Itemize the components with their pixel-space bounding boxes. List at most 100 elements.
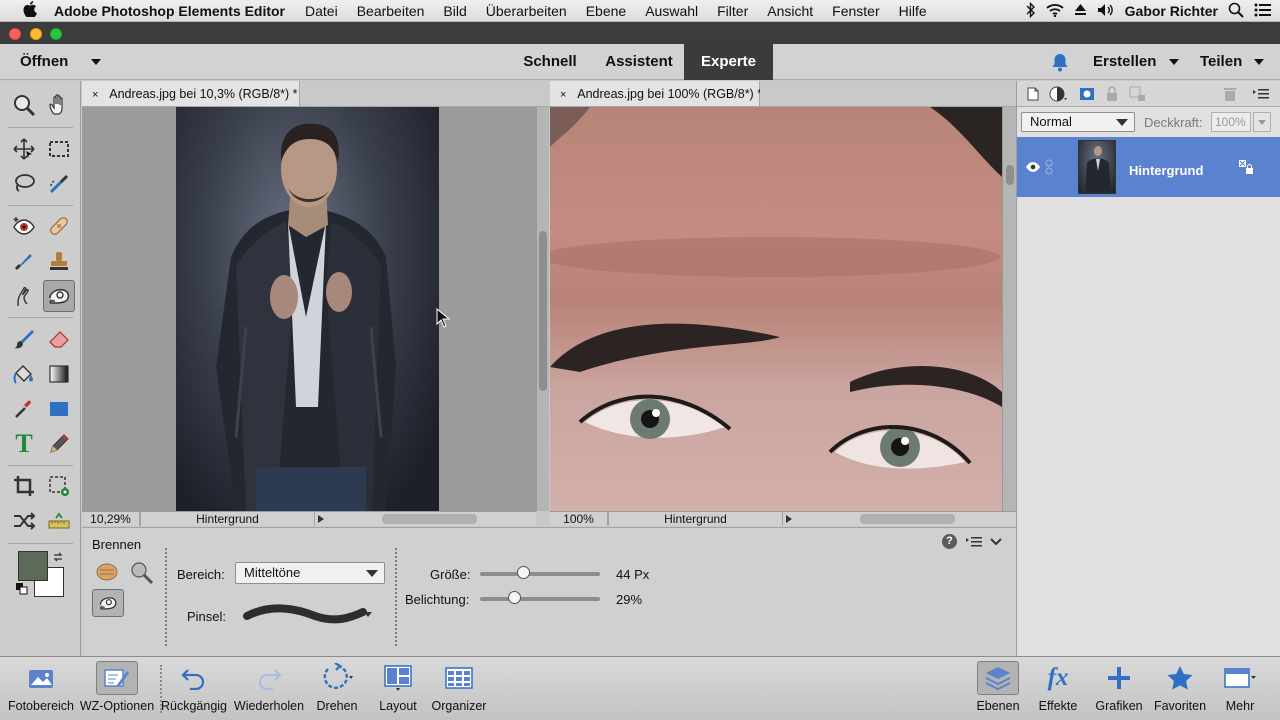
- close-window-icon[interactable]: [9, 28, 21, 40]
- hand-tool-icon[interactable]: [44, 90, 74, 120]
- layer-mask-icon[interactable]: [1079, 86, 1095, 105]
- vertical-scrollbar-2[interactable]: [1002, 107, 1016, 511]
- more-button[interactable]: Mehr: [1199, 657, 1280, 720]
- dodge-tool-icon[interactable]: [95, 561, 119, 586]
- panel-menu-icon[interactable]: [1253, 88, 1269, 103]
- default-colors-icon[interactable]: [16, 583, 28, 598]
- lock-transparent-icon[interactable]: [1129, 86, 1147, 105]
- mode-tab-assistent[interactable]: Assistent: [594, 44, 684, 80]
- exposure-slider-track[interactable]: [480, 597, 600, 601]
- close-tab-icon[interactable]: ×: [92, 89, 98, 101]
- brush-tool-icon[interactable]: [9, 324, 39, 354]
- open-button[interactable]: Öffnen: [20, 44, 101, 80]
- apple-menu-icon[interactable]: [20, 0, 40, 21]
- zoom-readout[interactable]: 10,29%: [82, 512, 140, 526]
- crop-tool-icon[interactable]: [9, 471, 39, 501]
- brush-dropdown-icon[interactable]: [364, 612, 372, 617]
- notification-bell-icon[interactable]: [1051, 44, 1069, 80]
- menu-bearbeiten[interactable]: Bearbeiten: [357, 3, 425, 19]
- layer-row-background[interactable]: Hintergrund: [1017, 137, 1280, 197]
- close-tab-icon[interactable]: ×: [560, 89, 566, 101]
- new-layer-icon[interactable]: [1025, 86, 1041, 105]
- menu-ansicht[interactable]: Ansicht: [767, 3, 813, 19]
- organizer-button[interactable]: Organizer: [418, 657, 500, 720]
- wifi-icon[interactable]: [1046, 3, 1064, 20]
- menu-fenster[interactable]: Fenster: [832, 3, 879, 19]
- menu-ebene[interactable]: Ebene: [586, 3, 626, 19]
- zoom-tool-icon[interactable]: [9, 90, 39, 120]
- rectangle-shape-icon[interactable]: [44, 394, 74, 424]
- red-eye-tool-icon[interactable]: [9, 211, 39, 241]
- tool-name: Brennen: [92, 537, 142, 552]
- menu-bild[interactable]: Bild: [443, 3, 466, 19]
- undo-button[interactable]: Rückgängig: [153, 657, 235, 720]
- text-tool-icon[interactable]: T: [9, 429, 39, 459]
- size-slider-knob[interactable]: [516, 566, 530, 579]
- horizontal-scrollbar[interactable]: [382, 514, 477, 524]
- app-menu[interactable]: Adobe Photoshop Elements Editor: [54, 3, 285, 19]
- paint-bucket-icon[interactable]: [9, 359, 39, 389]
- status-arrow-icon[interactable]: [318, 515, 324, 523]
- move-tool-icon[interactable]: [9, 134, 39, 164]
- opacity-input[interactable]: 100%: [1211, 112, 1251, 132]
- eyedropper-tool-icon[interactable]: [9, 394, 39, 424]
- content-aware-move-icon[interactable]: [9, 506, 39, 536]
- mode-tab-experte[interactable]: Experte: [684, 44, 773, 80]
- sponge-tool-icon[interactable]: [130, 561, 154, 588]
- photo-bin-button[interactable]: Fotobereich: [0, 657, 82, 720]
- foreground-color-swatch[interactable]: [18, 551, 48, 581]
- gradient-tool-icon[interactable]: [44, 359, 74, 389]
- horizontal-scrollbar[interactable]: [860, 514, 955, 524]
- mode-tab-schnell[interactable]: Schnell: [510, 44, 590, 80]
- lock-all-icon[interactable]: [1105, 86, 1119, 105]
- menu-auswahl[interactable]: Auswahl: [645, 3, 698, 19]
- burn-tool-icon[interactable]: [43, 280, 75, 312]
- options-menu-icon[interactable]: [966, 536, 982, 551]
- straighten-tool-icon[interactable]: [44, 506, 74, 536]
- menu-ueberarbeiten[interactable]: Überarbeiten: [486, 3, 567, 19]
- menu-datei[interactable]: Datei: [305, 3, 338, 19]
- smart-brush-icon[interactable]: [9, 246, 39, 276]
- link-icon[interactable]: [1045, 159, 1053, 178]
- adjustment-layer-icon[interactable]: [1049, 86, 1069, 105]
- notification-list-icon[interactable]: [1254, 3, 1272, 20]
- clone-stamp-icon[interactable]: [44, 246, 74, 276]
- document-tab-2[interactable]: × Andreas.jpg bei 100% (RGB/8*) *: [550, 81, 762, 107]
- eraser-tool-icon[interactable]: [44, 324, 74, 354]
- rectangular-marquee-icon[interactable]: [44, 134, 74, 164]
- brush-preview[interactable]: [235, 596, 375, 636]
- volume-icon[interactable]: [1097, 3, 1115, 20]
- user-name[interactable]: Gabor Richter: [1125, 3, 1218, 19]
- menu-hilfe[interactable]: Hilfe: [899, 3, 927, 19]
- menu-filter[interactable]: Filter: [717, 3, 748, 19]
- quick-selection-icon[interactable]: [44, 169, 74, 199]
- exposure-slider-knob[interactable]: [508, 591, 522, 604]
- lasso-tool-icon[interactable]: [9, 169, 39, 199]
- collapse-chevron-icon[interactable]: [990, 535, 1002, 550]
- vertical-scrollbar-1[interactable]: [536, 107, 549, 511]
- status-arrow-icon[interactable]: [786, 515, 792, 523]
- create-button[interactable]: Erstellen: [1093, 44, 1179, 80]
- blend-mode-select[interactable]: Normal: [1021, 112, 1135, 132]
- visibility-eye-icon[interactable]: [1025, 161, 1041, 176]
- smudge-tool-icon[interactable]: [9, 281, 39, 311]
- spotlight-search-icon[interactable]: [1228, 2, 1244, 21]
- help-icon[interactable]: ?: [942, 534, 957, 549]
- size-slider-track[interactable]: [480, 572, 600, 576]
- bluetooth-icon[interactable]: [1026, 1, 1036, 21]
- spot-healing-brush-icon[interactable]: [44, 211, 74, 241]
- opacity-dropdown[interactable]: [1253, 112, 1271, 132]
- pencil-tool-icon[interactable]: [44, 429, 74, 459]
- trash-icon[interactable]: [1223, 86, 1237, 105]
- range-select[interactable]: Mitteltöne: [235, 562, 385, 584]
- eject-icon[interactable]: [1074, 3, 1087, 19]
- tool-options-button[interactable]: WZ-Optionen: [76, 657, 158, 720]
- zoom-window-icon[interactable]: [50, 28, 62, 40]
- burn-mode-icon[interactable]: [92, 589, 124, 617]
- share-button[interactable]: Teilen: [1200, 44, 1265, 80]
- swap-colors-icon[interactable]: [52, 551, 64, 566]
- zoom-readout[interactable]: 100%: [550, 512, 608, 526]
- document-tab-1[interactable]: × Andreas.jpg bei 10,3% (RGB/8*) *: [82, 81, 300, 107]
- recompose-tool-icon[interactable]: [44, 471, 74, 501]
- minimize-window-icon[interactable]: [30, 28, 42, 40]
